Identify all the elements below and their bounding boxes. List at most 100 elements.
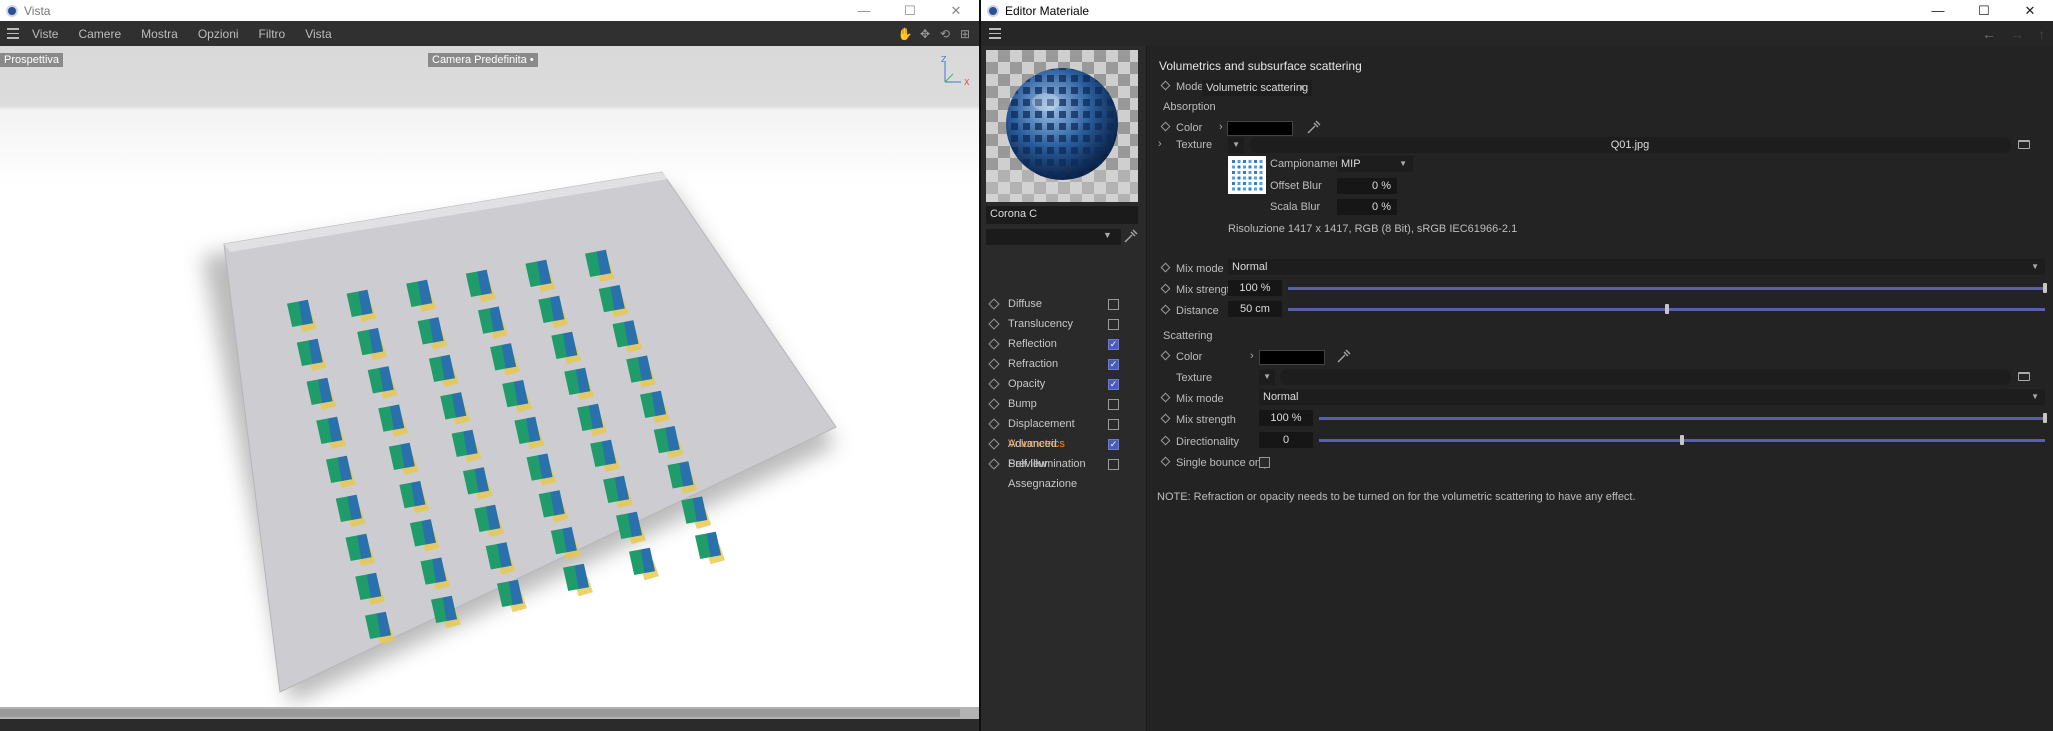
maximize-button[interactable]: ☐ [1961,0,2007,21]
keyframe-diamond-icon[interactable] [988,398,1000,410]
close-button[interactable]: ✕ [933,0,979,21]
absorption-texture-field[interactable]: Q01.jpg [1249,137,2011,153]
menu-camere[interactable]: Camere [68,27,131,41]
channel-self-illumination[interactable]: Self Illumination [981,454,1147,474]
link-preview[interactable]: Preview [1008,458,1047,470]
channel-checkbox[interactable] [1108,398,1119,410]
viewport-scrollbar[interactable] [0,707,979,719]
keyframe-diamond-icon[interactable] [988,318,1000,330]
channel-opacity[interactable]: Opacity ✓ [981,374,1147,394]
link-assegnazione[interactable]: Assegnazione [1008,478,1077,490]
keyframe-diamond-icon[interactable] [988,458,1000,470]
chevron-right-icon[interactable]: › [1219,121,1223,133]
minimize-button[interactable]: — [841,0,887,21]
channel-diffuse[interactable]: Diffuse [981,294,1147,314]
rotate-icon[interactable]: ⟲ [937,26,953,42]
absorption-color-swatch[interactable] [1227,121,1293,136]
texture-dropdown[interactable]: ▼ [1259,369,1275,385]
absorption-mix-mode-select[interactable]: Normal ▼ [1228,259,2045,275]
forward-arrow-icon[interactable]: → [2010,26,2024,42]
link-advanced[interactable]: Advanced [1008,438,1057,450]
folder-icon[interactable] [2018,372,2030,381]
channel-label[interactable]: Displacement [1008,418,1108,430]
material-editor-titlebar[interactable]: Editor Materiale — ☐ ✕ [981,0,2053,21]
scala-blur-field[interactable]: 0 % [1337,199,1397,215]
viewport-titlebar[interactable]: Vista — ☐ ✕ [0,0,979,21]
channel-label[interactable]: Translucency [1008,318,1108,330]
keyframe-diamond-icon[interactable] [988,378,1000,390]
keyframe-diamond-icon[interactable] [988,438,1000,450]
channel-checkbox[interactable] [1108,298,1119,310]
absorption-distance-field[interactable]: 50 cm [1228,301,1282,317]
channel-volumetrics[interactable]: Volumetrics ✓ [981,434,1147,454]
channel-checkbox[interactable]: ✓ [1108,438,1119,450]
channel-checkbox[interactable]: ✓ [1108,358,1119,370]
channel-refraction[interactable]: Refraction ✓ [981,354,1147,374]
eyedropper-icon[interactable] [1305,120,1321,136]
scattering-mix-strength-knob[interactable] [2043,413,2047,423]
up-arrow-icon[interactable]: ↑ [2038,26,2045,42]
menu-vista[interactable]: Vista [295,27,341,41]
keyframe-diamond-icon[interactable] [1160,435,1171,446]
scattering-mix-strength-field[interactable]: 100 % [1259,410,1313,426]
absorption-mix-strength-slider[interactable] [1288,287,2045,290]
channel-checkbox[interactable] [1108,318,1119,330]
channel-label[interactable]: Diffuse [1008,298,1108,310]
single-bounce-checkbox[interactable] [1259,457,1270,468]
mode-select[interactable]: Volumetric scattering ▼ [1202,80,1312,96]
eyedropper-icon[interactable] [1121,228,1139,246]
3d-viewport[interactable]: Prospettiva Camera Predefinita • Z X [0,46,979,719]
channel-checkbox[interactable] [1108,458,1119,470]
folder-icon[interactable] [2018,140,2030,149]
keyframe-diamond-icon[interactable] [988,298,1000,310]
minimize-button[interactable]: — [1915,0,1961,21]
channel-label[interactable]: Reflection [1008,338,1108,350]
channel-checkbox[interactable]: ✓ [1108,378,1119,390]
move-icon[interactable]: ✥ [917,26,933,42]
keyframe-diamond-icon[interactable] [1160,304,1171,315]
close-button[interactable]: ✕ [2007,0,2053,21]
keyframe-diamond-icon[interactable] [1160,456,1171,467]
menu-viste[interactable]: Viste [22,27,68,41]
channel-displacement[interactable]: Displacement [981,414,1147,434]
keyframe-diamond-icon[interactable] [988,338,1000,350]
channel-reflection[interactable]: Reflection ✓ [981,334,1147,354]
menu-filtro[interactable]: Filtro [249,27,296,41]
channel-label[interactable]: Refraction [1008,358,1108,370]
material-sub-field[interactable] [986,229,1121,245]
material-name-field[interactable]: Corona C [986,206,1138,224]
chevron-down-icon[interactable]: ▼ [1103,230,1112,240]
chevron-right-icon[interactable]: › [1250,350,1254,362]
hamburger-menu-icon[interactable] [981,28,1003,39]
channel-translucency[interactable]: Translucency [981,314,1147,334]
scattering-texture-field[interactable] [1280,369,2011,385]
chevron-right-icon[interactable]: › [1158,138,1162,150]
channel-label[interactable]: Opacity [1008,378,1108,390]
keyframe-diamond-icon[interactable] [1160,121,1171,132]
directionality-field[interactable]: 0 [1259,432,1313,448]
hand-icon[interactable]: ✋ [897,26,913,42]
menu-mostra[interactable]: Mostra [131,27,188,41]
maximize-button[interactable]: ☐ [887,0,933,21]
keyframe-diamond-icon[interactable] [1160,80,1171,91]
directionality-knob[interactable] [1680,435,1684,445]
absorption-mix-strength-knob[interactable] [2043,283,2047,293]
campionamento-select[interactable]: MIP ▼ [1337,156,1413,172]
scattering-color-swatch[interactable] [1259,350,1325,365]
channel-checkbox[interactable]: ✓ [1108,338,1119,350]
menu-opzioni[interactable]: Opzioni [188,27,249,41]
offset-blur-field[interactable]: 0 % [1337,178,1397,194]
scattering-mix-mode-select[interactable]: Normal ▼ [1259,389,2045,405]
material-preview[interactable] [986,50,1138,202]
keyframe-diamond-icon[interactable] [1160,283,1171,294]
keyframe-diamond-icon[interactable] [1160,262,1171,273]
texture-thumbnail[interactable] [1228,156,1266,194]
absorption-mix-strength-field[interactable]: 100 % [1228,280,1282,296]
channel-checkbox[interactable] [1108,418,1119,430]
keyframe-diamond-icon[interactable] [988,418,1000,430]
scattering-mix-strength-slider[interactable] [1319,417,2045,420]
keyframe-diamond-icon[interactable] [1160,350,1171,361]
layout-icon[interactable]: ⊞ [957,26,973,42]
absorption-distance-knob[interactable] [1664,304,1669,314]
hamburger-menu-icon[interactable] [0,28,22,39]
